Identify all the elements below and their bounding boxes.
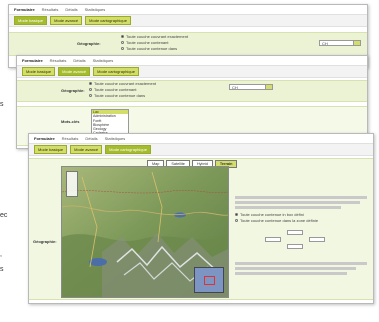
- screenshot-root: s ec , s Formulaire Résultats Détails St…: [0, 0, 379, 322]
- radio-button-icon[interactable]: [235, 219, 238, 222]
- tab-details[interactable]: Détails: [73, 58, 85, 63]
- panel1-region-select-value: CH: [322, 41, 328, 46]
- tab-statistiques[interactable]: Statistiques: [105, 136, 126, 141]
- radio-button-icon[interactable]: [89, 88, 92, 91]
- panel1-geo-label: Géographie:: [77, 41, 101, 46]
- panel2-geo-option-1-label: Toute couche couvrant exactement: [94, 81, 157, 86]
- map-overview-viewport: [204, 276, 215, 285]
- mode-basique-button[interactable]: Mode basique: [14, 16, 48, 25]
- tab-resultats[interactable]: Résultats: [42, 7, 59, 12]
- mode-cartographique-button[interactable]: Mode cartographique: [105, 145, 151, 154]
- terrain-map[interactable]: [61, 166, 229, 298]
- map-option-2[interactable]: Toute couche contenue dans la zone défin…: [235, 218, 318, 223]
- panel2-geo-label: Géographie:: [61, 88, 85, 93]
- radio-button-icon[interactable]: [89, 94, 92, 97]
- tab-details[interactable]: Détails: [85, 136, 97, 141]
- radio-button-icon[interactable]: [121, 41, 124, 44]
- panel2-keywords-label: Mots-clés: [61, 119, 80, 124]
- panel2-geo-option-1[interactable]: Toute couche couvrant exactement: [89, 81, 156, 86]
- tab-formulaire[interactable]: Formulaire: [14, 7, 35, 12]
- panel1-geo-option-2[interactable]: Toute couche contenant: [121, 40, 168, 45]
- coord-south-input[interactable]: [287, 244, 303, 249]
- mode-cartographique-button[interactable]: Mode cartographique: [93, 67, 139, 76]
- dropdown-arrow-icon[interactable]: [265, 85, 272, 89]
- tab-statistiques[interactable]: Statistiques: [93, 58, 114, 63]
- panel3-geo-label: Géographie:: [33, 239, 57, 244]
- tab-resultats[interactable]: Résultats: [62, 136, 79, 141]
- panel2-tab-bar: Formulaire Résultats Détails Statistique…: [17, 56, 367, 65]
- mode-cartographique-button[interactable]: Mode cartographique: [85, 16, 131, 25]
- panel2-mode-buttons: Mode basique Mode avancé Mode cartograph…: [17, 65, 367, 78]
- panel1-region-select[interactable]: CH: [319, 40, 361, 46]
- mode-basique-button[interactable]: Mode basique: [34, 145, 68, 154]
- panel3-tab-bar: Formulaire Résultats Détails Statistique…: [29, 134, 373, 143]
- panel1-geo-option-2-label: Toute couche contenant: [126, 40, 169, 45]
- map-instructions-text: [235, 194, 367, 211]
- mode-basique-button[interactable]: Mode basique: [22, 67, 56, 76]
- panel1-tab-bar: Formulaire Résultats Détails Statistique…: [9, 5, 367, 14]
- panel2-geo-option-3-label: Toute couche contenue dans: [94, 93, 146, 98]
- panel-map-form: Formulaire Résultats Détails Statistique…: [28, 133, 374, 304]
- coord-west-input[interactable]: [265, 237, 281, 242]
- panel1-geo-option-1-label: Toute couche couvrant exactement: [126, 34, 189, 39]
- dropdown-arrow-icon[interactable]: [353, 41, 360, 45]
- coord-east-input[interactable]: [309, 237, 325, 242]
- panel2-geo-option-3[interactable]: Toute couche contenue dans: [89, 93, 145, 98]
- mode-avance-button[interactable]: Mode avancé: [50, 16, 83, 25]
- map-overview-icon[interactable]: [194, 267, 224, 293]
- mode-avance-button[interactable]: Mode avancé: [70, 145, 103, 154]
- panel1-geo-option-3-label: Toute couche contenue dans: [126, 46, 178, 51]
- panel3-mode-buttons: Mode basique Mode avancé Mode cartograph…: [29, 143, 373, 156]
- panel2-region-select[interactable]: CH: [229, 84, 273, 90]
- tab-formulaire[interactable]: Formulaire: [34, 136, 55, 141]
- tab-resultats[interactable]: Résultats: [50, 58, 67, 63]
- cut-text-2: ec: [0, 212, 8, 219]
- panel2-geo-option-2-label: Toute couche contenant: [94, 87, 137, 92]
- map-help-text: [235, 260, 367, 277]
- radio-button-icon[interactable]: [235, 213, 238, 216]
- tab-formulaire[interactable]: Formulaire: [22, 58, 43, 63]
- panel2-region-select-value: CH: [232, 85, 238, 90]
- mode-avance-button[interactable]: Mode avancé: [58, 67, 91, 76]
- radio-button-icon[interactable]: [121, 47, 124, 50]
- coord-north-input[interactable]: [287, 230, 303, 235]
- cut-text-3: ,: [0, 251, 2, 258]
- cut-text-1: s: [0, 101, 4, 108]
- tab-statistiques[interactable]: Statistiques: [85, 7, 106, 12]
- panel2-geo-option-2[interactable]: Toute couche contenant: [89, 87, 136, 92]
- map-option-1-label: Toute couche contenue in box défini: [240, 212, 304, 217]
- map-option-2-label: Toute couche contenue dans la zone défin…: [240, 218, 319, 223]
- tab-details[interactable]: Détails: [65, 7, 77, 12]
- radio-button-icon[interactable]: [121, 35, 124, 38]
- panel1-geo-option-1[interactable]: Toute couche couvrant exactement: [121, 34, 188, 39]
- panel1-geo-option-3[interactable]: Toute couche contenue dans: [121, 46, 177, 51]
- cut-text-4: s: [0, 266, 4, 273]
- panel1-mode-buttons: Mode basique Mode avancé Mode cartograph…: [9, 14, 367, 27]
- radio-button-icon[interactable]: [89, 82, 92, 85]
- map-option-1[interactable]: Toute couche contenue in box défini: [235, 212, 304, 217]
- map-zoom-control-icon[interactable]: [66, 171, 78, 197]
